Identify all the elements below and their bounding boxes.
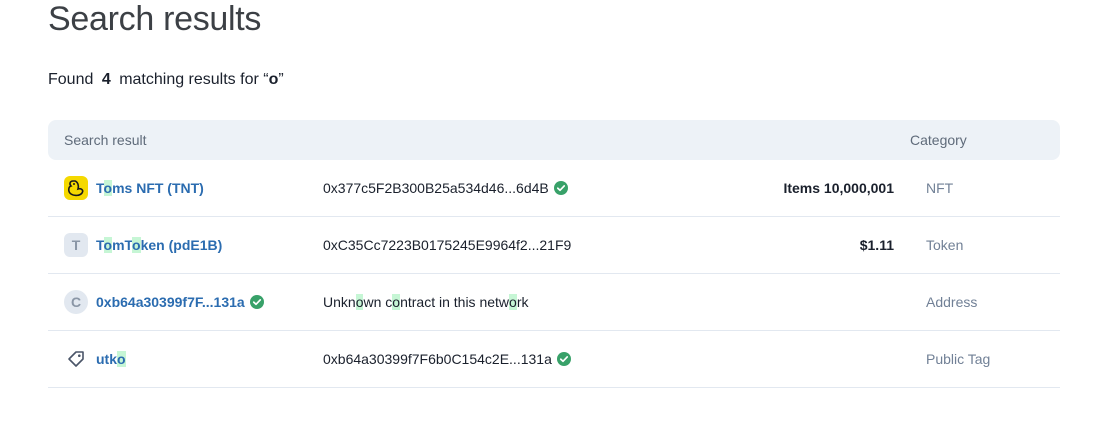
name-part: ken (pdE1B) bbox=[140, 237, 223, 253]
address-letter-avatar: C bbox=[64, 290, 88, 314]
result-category: Address bbox=[926, 294, 978, 310]
search-results-table: Search result Category Toms NFT (TNT) 0x… bbox=[48, 120, 1060, 388]
header-search-result: Search result bbox=[64, 132, 147, 148]
desc-part: rk bbox=[516, 294, 529, 310]
result-name-cell: T TomToken (pdE1B) bbox=[64, 233, 222, 257]
name-part: mT bbox=[112, 237, 133, 253]
name-highlight: o bbox=[132, 237, 141, 253]
result-category: Public Tag bbox=[926, 351, 991, 367]
token-name-link[interactable]: Toms NFT (TNT) bbox=[96, 180, 204, 196]
table-row[interactable]: T TomToken (pdE1B) 0xC35Cc7223B0175245E9… bbox=[48, 217, 1060, 274]
result-value: $1.11 bbox=[859, 237, 894, 253]
header-category: Category bbox=[910, 132, 967, 148]
contract-address[interactable]: 0x377c5F2B300B25a534d46...6d4B bbox=[323, 180, 549, 196]
desc-highlight: o bbox=[509, 294, 517, 310]
table-header: Search result Category bbox=[48, 120, 1060, 160]
address-cell: 0xC35Cc7223B0175245E9964f2...21F9 bbox=[323, 237, 571, 253]
result-name-cell: C 0xb64a30399f7F...131a bbox=[64, 290, 264, 314]
results-summary: Found 4 matching results for “o” bbox=[48, 70, 284, 90]
duck-token-icon bbox=[64, 176, 88, 200]
summary-middle-label: matching results for “ bbox=[119, 71, 269, 88]
table-row[interactable]: utko 0xb64a30399f7F6b0C154c2E...131a Pub… bbox=[48, 331, 1060, 388]
address-name-link[interactable]: 0xb64a30399f7F...131a bbox=[96, 294, 245, 310]
summary-end-quote: ” bbox=[278, 71, 284, 88]
address-cell: 0xb64a30399f7F6b0C154c2E...131a bbox=[323, 351, 571, 367]
address-cell: 0x377c5F2B300B25a534d46...6d4B bbox=[323, 180, 568, 196]
verified-check-icon bbox=[249, 295, 264, 309]
public-tag-link[interactable]: utko bbox=[96, 351, 126, 367]
desc-part: wn c bbox=[363, 294, 393, 310]
name-highlight: o bbox=[117, 351, 126, 367]
tag-icon bbox=[64, 347, 88, 371]
desc-part: Unkn bbox=[323, 294, 356, 310]
verified-check-icon bbox=[556, 352, 571, 366]
table-row[interactable]: Toms NFT (TNT) 0x377c5F2B300B25a534d46..… bbox=[48, 160, 1060, 217]
name-part: ms NFT (TNT) bbox=[112, 180, 204, 196]
address-cell: Unknown contract in this network bbox=[323, 294, 528, 310]
result-name-cell: utko bbox=[64, 347, 126, 371]
token-letter-avatar: T bbox=[64, 233, 88, 257]
name-part: T bbox=[96, 237, 104, 253]
contract-address[interactable]: 0xC35Cc7223B0175245E9964f2...21F9 bbox=[323, 237, 571, 253]
contract-address[interactable]: 0xb64a30399f7F6b0C154c2E...131a bbox=[323, 351, 552, 367]
desc-part: ntract in this netw bbox=[400, 294, 510, 310]
results-count: 4 bbox=[101, 71, 111, 88]
name-highlight: o bbox=[103, 180, 113, 196]
name-part: T bbox=[96, 180, 104, 196]
table-row[interactable]: C 0xb64a30399f7F...131a Unknown contract… bbox=[48, 274, 1060, 331]
search-query: o bbox=[268, 71, 279, 88]
address-description: Unknown contract in this network bbox=[323, 294, 528, 310]
name-highlight: o bbox=[103, 237, 113, 253]
result-value: Items 10,000,001 bbox=[783, 180, 894, 196]
desc-highlight: o bbox=[392, 294, 401, 310]
page-title: Search results bbox=[48, 0, 262, 38]
token-name-link[interactable]: TomToken (pdE1B) bbox=[96, 237, 222, 253]
result-category: Token bbox=[926, 237, 964, 253]
name-part: utk bbox=[96, 351, 117, 367]
result-category: NFT bbox=[926, 180, 954, 196]
result-name-cell: Toms NFT (TNT) bbox=[64, 176, 204, 200]
verified-check-icon bbox=[553, 181, 568, 195]
summary-found-label: Found bbox=[48, 71, 94, 88]
